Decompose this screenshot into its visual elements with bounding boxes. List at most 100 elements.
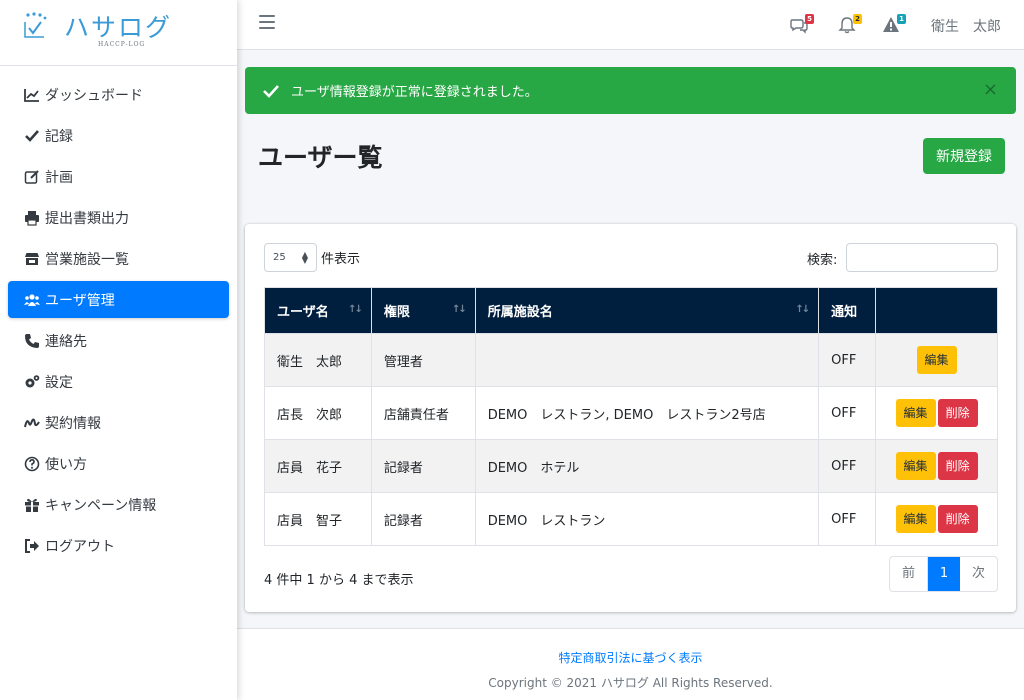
sort-icon: ↑↓: [451, 304, 467, 315]
print-icon: [23, 209, 41, 227]
sort-icon: ↑↓: [795, 304, 810, 315]
sidebar-item-label: ログアウト: [45, 538, 115, 555]
copyright: Copyright © 2021 ハサログ All Rights Reserve…: [488, 676, 773, 690]
signature-icon: [23, 414, 41, 432]
sidebar-item-label: 記録: [45, 128, 73, 145]
cell-actions: 編集 削除: [875, 386, 998, 440]
legal-notice-link[interactable]: 特定商取引法に基づく表示: [237, 649, 1024, 666]
sidebar-item-label: ダッシュボード: [45, 87, 143, 104]
sidebar-item-label: ユーザ管理: [45, 292, 115, 309]
delete-button[interactable]: 削除: [937, 399, 978, 427]
sidebar-item-contract[interactable]: 契約情報: [8, 404, 229, 441]
pagination-page-1[interactable]: 1: [928, 557, 960, 591]
cell-actions: 編集 削除: [875, 439, 998, 493]
page-length-label: 件表示: [321, 252, 361, 267]
chart-line-icon: [23, 86, 41, 104]
cell-role: 管理者: [370, 333, 476, 387]
sidebar-item-label: 契約情報: [45, 415, 101, 432]
check-icon: [263, 84, 279, 98]
sidebar-item-campaign[interactable]: キャンペーン情報: [8, 486, 229, 523]
cell-username: 店員 智子: [264, 492, 372, 546]
sidebar-item-label: 連絡先: [45, 333, 87, 350]
alerts-button[interactable]: 1: [882, 14, 906, 36]
search-input[interactable]: [846, 243, 998, 272]
edit-icon: [23, 168, 41, 186]
cell-facility: DEMO レストラン: [474, 492, 820, 546]
sidebar-item-print[interactable]: 提出書類出力: [8, 199, 229, 236]
edit-button[interactable]: 編集: [895, 452, 936, 480]
sidebar-item-records[interactable]: 記録: [8, 117, 229, 154]
delete-button[interactable]: 削除: [937, 505, 978, 533]
sidebar-item-label: キャンペーン情報: [45, 497, 157, 514]
alert-close-button[interactable]: ×: [983, 79, 998, 100]
alerts-count-badge: 1: [897, 14, 906, 24]
sidebar: ハサログ HACCP-LOG ダッシュボード 記録 計画 提出書類出力 営業施設…: [0, 0, 237, 700]
page-length-value: 25: [273, 252, 286, 263]
notifications-button[interactable]: 2: [838, 14, 862, 36]
cell-role: 記録者: [370, 439, 476, 493]
cell-notify: OFF: [818, 386, 877, 440]
sidebar-item-label: 営業施設一覧: [45, 251, 129, 268]
sort-icon: ↑↓: [348, 304, 363, 315]
top-navbar: 5 2 1 衛生 太郎: [237, 0, 1024, 50]
cell-notify: OFF: [818, 492, 877, 546]
column-header-role[interactable]: 権限 ↑↓: [370, 287, 476, 334]
check-icon: [23, 127, 41, 145]
cogs-icon: [23, 373, 41, 391]
column-header-facility[interactable]: 所属施設名 ↑↓: [474, 287, 820, 334]
question-circle-icon: [23, 455, 41, 473]
sidebar-item-facilities[interactable]: 営業施設一覧: [8, 240, 229, 277]
users-table: ユーザ名 ↑↓ 権限 ↑↓ 所属施設名 ↑↓ 通知 衛生 太郎 管理者 OFF 編集 …: [264, 287, 998, 546]
sidebar-item-logout[interactable]: ログアウト: [8, 527, 229, 564]
search-label: 検索:: [807, 253, 838, 268]
cell-username: 衛生 太郎: [264, 333, 372, 387]
edit-button[interactable]: 編集: [916, 346, 957, 374]
footer: 特定商取引法に基づく表示 Copyright © 2021 ハサログ All R…: [237, 628, 1024, 700]
pagination-prev[interactable]: 前: [890, 557, 928, 591]
sidebar-item-label: 提出書類出力: [45, 210, 129, 227]
new-register-button[interactable]: 新規登録: [923, 138, 1005, 174]
table-row: 店員 智子 記録者 DEMO レストラン OFF 編集 削除: [264, 492, 998, 546]
edit-button[interactable]: 編集: [895, 505, 936, 533]
cell-username: 店員 花子: [264, 439, 372, 493]
brand[interactable]: ハサログ HACCP-LOG: [0, 0, 237, 66]
menu-toggle-icon[interactable]: [259, 15, 275, 31]
cell-notify: OFF: [818, 439, 877, 493]
table-row: 店員 花子 記録者 DEMO ホテル OFF 編集 削除: [264, 439, 998, 493]
column-header-username[interactable]: ユーザ名 ↑↓: [264, 287, 372, 334]
sidebar-item-dashboard[interactable]: ダッシュボード: [8, 76, 229, 113]
sidebar-item-settings[interactable]: 設定: [8, 363, 229, 400]
users-icon: [23, 291, 41, 309]
page-title: ユーザー覧: [258, 143, 383, 172]
pagination: 前 1 次: [889, 556, 998, 592]
messages-count-badge: 5: [805, 14, 814, 24]
column-header-notify: 通知: [818, 287, 877, 334]
user-menu[interactable]: 衛生 太郎: [931, 16, 1001, 36]
sidebar-nav: ダッシュボード 記録 計画 提出書類出力 営業施設一覧 ユーザ管理 連絡先 設定…: [0, 66, 237, 564]
cell-facility: DEMO レストラン, DEMO レストラン2号店: [474, 386, 820, 440]
edit-button[interactable]: 編集: [895, 399, 936, 427]
cell-actions: 編集: [875, 333, 998, 387]
delete-button[interactable]: 削除: [937, 452, 978, 480]
table-header-row: ユーザ名 ↑↓ 権限 ↑↓ 所属施設名 ↑↓ 通知: [264, 287, 998, 334]
sidebar-item-contacts[interactable]: 連絡先: [8, 322, 229, 359]
select-arrows-icon: ▲ ▼: [301, 250, 308, 265]
sidebar-item-plan[interactable]: 計画: [8, 158, 229, 195]
page-length-select[interactable]: 25 ▲ ▼: [264, 243, 317, 272]
column-header-actions: [875, 287, 998, 334]
users-card: 25 ▲ ▼ 件表示 検索: ユーザ名 ↑↓ 権限 ↑↓ 所属施設名 ↑↓ 通知 衛生 …: [245, 224, 1016, 612]
sidebar-item-label: 計画: [45, 169, 73, 186]
cell-role: 店舗責任者: [370, 386, 476, 440]
alert-message: ユーザ情報登録が正常に登録されました。: [291, 85, 538, 100]
sidebar-item-help[interactable]: 使い方: [8, 445, 229, 482]
sign-out-icon: [23, 537, 41, 555]
logo-check-icon: [24, 12, 47, 38]
cell-facility: DEMO ホテル: [474, 439, 820, 493]
pagination-next[interactable]: 次: [960, 557, 997, 591]
brand-subtitle: HACCP-LOG: [98, 41, 146, 48]
cell-username: 店長 次郎: [264, 386, 372, 440]
phone-icon: [23, 332, 41, 350]
messages-button[interactable]: 5: [790, 14, 814, 36]
sidebar-item-users[interactable]: ユーザ管理: [8, 281, 229, 318]
gift-icon: [23, 496, 41, 514]
